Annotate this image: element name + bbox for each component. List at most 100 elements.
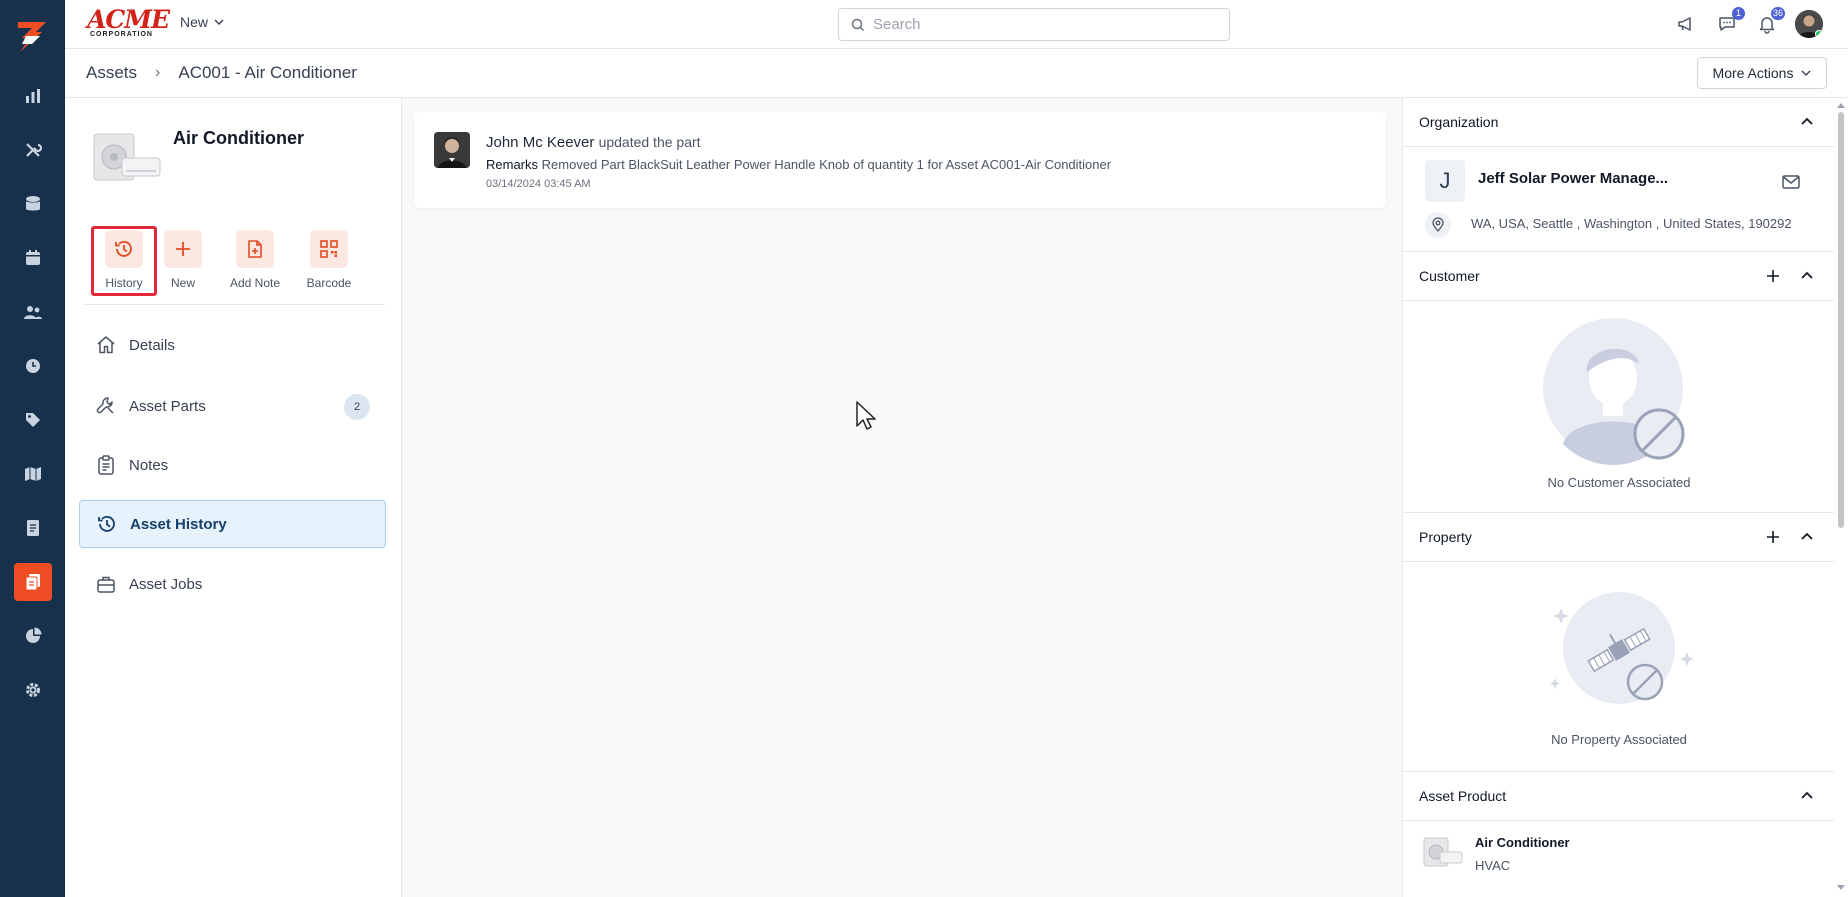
new-action-button[interactable]: New bbox=[150, 226, 216, 296]
online-status-dot bbox=[1815, 30, 1823, 38]
left-nav-rail bbox=[0, 0, 65, 897]
asset-thumbnail bbox=[93, 133, 161, 181]
messages-icon[interactable]: 1 bbox=[1713, 7, 1745, 38]
brand-sub-text: CORPORATION bbox=[90, 31, 153, 38]
nav-item-label: Asset Parts bbox=[129, 397, 206, 415]
chevron-down-icon bbox=[1801, 70, 1811, 76]
asset-parts-count-badge: 2 bbox=[344, 394, 370, 420]
pie-chart-icon[interactable] bbox=[14, 617, 52, 655]
notifications-bell-icon[interactable]: 36 bbox=[1753, 7, 1785, 38]
asset-title: Air Conditioner bbox=[173, 128, 304, 148]
nav-item-label: Asset History bbox=[130, 515, 227, 533]
customer-heading: Customer bbox=[1419, 268, 1480, 284]
nav-item-details[interactable]: Details bbox=[79, 321, 386, 369]
history-icon bbox=[115, 241, 132, 257]
nav-item-label: Details bbox=[129, 336, 175, 354]
new-action-label: New bbox=[170, 276, 195, 290]
history-remarks: Remarks Removed Part BlackSuit Leather P… bbox=[486, 157, 1111, 172]
organization-heading: Organization bbox=[1419, 114, 1499, 130]
more-actions-label: More Actions bbox=[1712, 65, 1794, 81]
search-icon bbox=[851, 18, 865, 31]
add-note-action-button[interactable]: Add Note bbox=[222, 226, 288, 296]
asset-sidebar: Air Conditioner History New Add Note Bar… bbox=[65, 98, 402, 897]
history-user-avatar bbox=[434, 132, 470, 168]
user-avatar-icon bbox=[434, 132, 470, 168]
nav-item-label: Asset Jobs bbox=[129, 575, 203, 593]
no-property-illustration bbox=[1549, 592, 1694, 704]
add-property-plus-icon[interactable] bbox=[1765, 529, 1781, 545]
breadcrumb-bar: Assets › AC001 - Air Conditioner More Ac… bbox=[65, 49, 1848, 98]
history-icon bbox=[98, 516, 115, 532]
nav-item-asset-jobs[interactable]: Asset Jobs bbox=[79, 560, 386, 608]
chevron-up-icon[interactable] bbox=[1799, 529, 1815, 545]
nav-item-notes[interactable]: Notes bbox=[79, 441, 386, 489]
organization-address: WA, USA, Seattle , Washington , United S… bbox=[1471, 216, 1792, 231]
announcement-icon[interactable] bbox=[1672, 10, 1700, 38]
property-section-header[interactable]: Property bbox=[1403, 513, 1834, 562]
no-property-text: No Property Associated bbox=[1551, 732, 1687, 747]
map-icon[interactable] bbox=[14, 455, 52, 493]
history-feed: John Mc Keever updated the part Remarks … bbox=[402, 98, 1402, 897]
calendar-icon[interactable] bbox=[14, 239, 52, 277]
invoice-icon[interactable] bbox=[14, 509, 52, 547]
breadcrumb-current: AC001 - Air Conditioner bbox=[178, 63, 357, 82]
add-note-icon bbox=[248, 240, 262, 258]
brand-logo[interactable]: ACME CORPORATION bbox=[87, 7, 170, 42]
organization-name[interactable]: Jeff Solar Power Manage... bbox=[1478, 170, 1668, 187]
scroll-up-arrow-icon[interactable] bbox=[1836, 101, 1846, 111]
clock-icon[interactable] bbox=[14, 347, 52, 385]
divider bbox=[83, 304, 385, 305]
assets-docs-icon[interactable] bbox=[14, 563, 52, 601]
qr-code-icon bbox=[320, 240, 338, 258]
asset-product-section-header[interactable]: Asset Product bbox=[1403, 772, 1834, 821]
nav-item-label: Notes bbox=[129, 456, 169, 474]
customer-section-header[interactable]: Customer bbox=[1403, 252, 1834, 301]
notifications-badge: 36 bbox=[1770, 7, 1785, 20]
mail-icon[interactable] bbox=[1781, 172, 1801, 192]
barcode-action-button[interactable]: Barcode bbox=[296, 226, 362, 296]
organization-initial-avatar: J bbox=[1425, 160, 1465, 202]
history-user-name[interactable]: John Mc Keever bbox=[486, 134, 594, 151]
users-icon[interactable] bbox=[14, 293, 52, 331]
dashboard-chart-icon[interactable] bbox=[14, 77, 52, 115]
clipboard-icon bbox=[98, 455, 114, 475]
database-icon[interactable] bbox=[14, 185, 52, 223]
asset-product-name[interactable]: Air Conditioner bbox=[1475, 835, 1570, 850]
scroll-down-arrow-icon[interactable] bbox=[1836, 882, 1846, 892]
user-avatar[interactable] bbox=[1795, 10, 1823, 38]
asset-product-thumbnail bbox=[1423, 837, 1463, 867]
more-actions-button[interactable]: More Actions bbox=[1697, 57, 1827, 89]
history-action-text: updated the part bbox=[598, 134, 701, 150]
barcode-action-label: Barcode bbox=[306, 276, 352, 290]
app-logo-icon[interactable] bbox=[12, 16, 52, 56]
chevron-up-icon[interactable] bbox=[1799, 788, 1815, 804]
wrench-icon bbox=[96, 397, 114, 414]
nav-item-asset-history[interactable]: Asset History bbox=[79, 500, 386, 548]
no-customer-text: No Customer Associated bbox=[1547, 475, 1691, 490]
add-customer-plus-icon[interactable] bbox=[1765, 268, 1781, 284]
property-heading: Property bbox=[1419, 529, 1472, 545]
home-icon bbox=[97, 336, 115, 354]
search-input[interactable] bbox=[873, 16, 1213, 33]
nav-item-asset-parts[interactable]: Asset Parts 2 bbox=[79, 382, 386, 430]
asset-product-heading: Asset Product bbox=[1419, 788, 1507, 804]
quick-actions: History New Add Note Barcode bbox=[91, 226, 381, 298]
location-pin-icon bbox=[1425, 212, 1451, 238]
tools-icon[interactable] bbox=[14, 131, 52, 169]
no-customer-illustration bbox=[1543, 318, 1685, 466]
chevron-up-icon[interactable] bbox=[1799, 114, 1815, 130]
scrollbar-thumb[interactable] bbox=[1838, 112, 1844, 528]
organization-section-header[interactable]: Organization bbox=[1403, 98, 1834, 147]
add-note-action-label: Add Note bbox=[229, 276, 281, 290]
tag-icon[interactable] bbox=[14, 401, 52, 439]
new-dropdown[interactable]: New bbox=[180, 14, 224, 30]
breadcrumb-assets-link[interactable]: Assets bbox=[86, 63, 137, 83]
chevron-up-icon[interactable] bbox=[1799, 268, 1815, 284]
new-dropdown-label: New bbox=[180, 14, 209, 30]
settings-gear-icon[interactable] bbox=[14, 671, 52, 709]
asset-product-category: HVAC bbox=[1475, 858, 1511, 873]
messages-badge: 1 bbox=[1732, 7, 1745, 20]
history-action-button[interactable]: History bbox=[91, 226, 157, 296]
right-panel-scrollbar[interactable] bbox=[1834, 98, 1848, 897]
search-box[interactable] bbox=[838, 8, 1230, 41]
